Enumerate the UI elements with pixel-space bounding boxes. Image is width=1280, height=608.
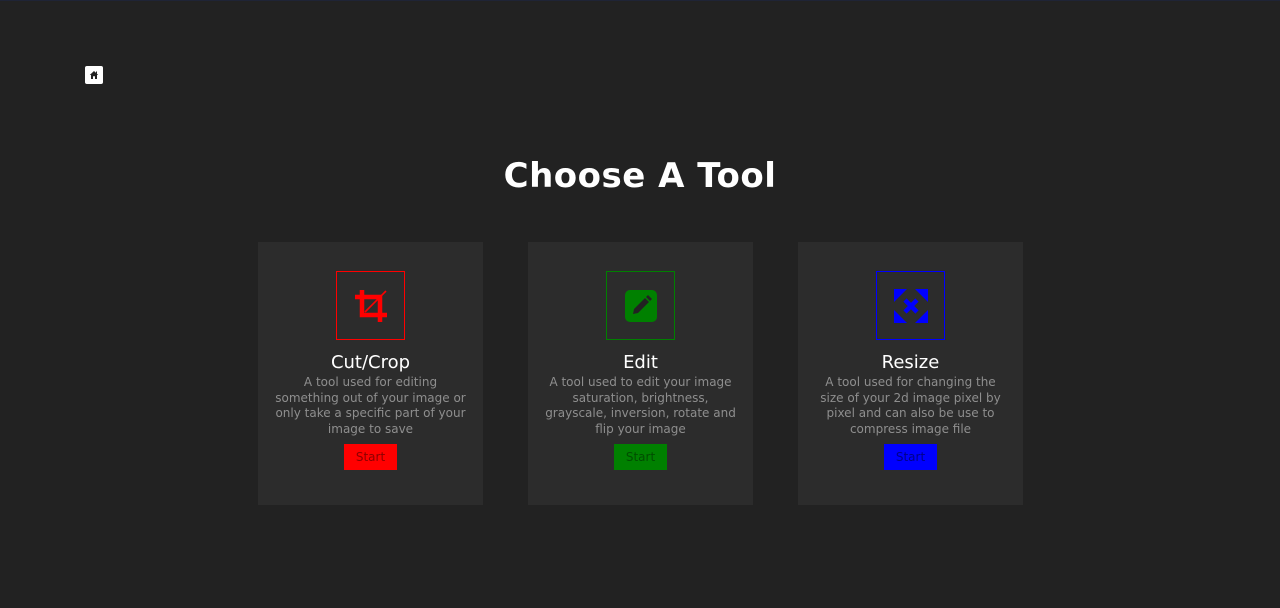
tool-card-crop: Cut/Crop A tool used for editing somethi…	[258, 242, 483, 505]
tool-title-edit: Edit	[623, 352, 658, 373]
page-title: Choose A Tool	[503, 156, 777, 196]
tool-title-crop: Cut/Crop	[330, 352, 411, 373]
expand-arrows-icon	[893, 288, 928, 323]
tool-card-resize: Resize A tool used for changing the size…	[798, 242, 1023, 505]
tool-title-resize: Resize	[881, 352, 940, 373]
tool-description-crop: A tool used for editing something out of…	[275, 375, 466, 436]
start-button-edit[interactable]: Start	[614, 444, 667, 470]
tool-card-edit: Edit A tool used to edit your image satu…	[528, 242, 753, 505]
pencil-square-icon	[624, 289, 657, 322]
tool-description-resize: A tool used for changing the size of you…	[820, 375, 1001, 436]
home-icon	[89, 70, 99, 80]
resize-icon-frame	[876, 271, 945, 340]
top-border-line	[0, 0, 1280, 1]
tool-description-edit: A tool used to edit your image saturatio…	[545, 375, 736, 436]
start-button-crop[interactable]: Start	[344, 444, 397, 470]
start-button-resize[interactable]: Start	[884, 444, 937, 470]
crop-icon-frame	[336, 271, 405, 340]
crop-icon	[353, 288, 389, 324]
home-button[interactable]	[85, 66, 103, 84]
edit-icon-frame	[606, 271, 675, 340]
